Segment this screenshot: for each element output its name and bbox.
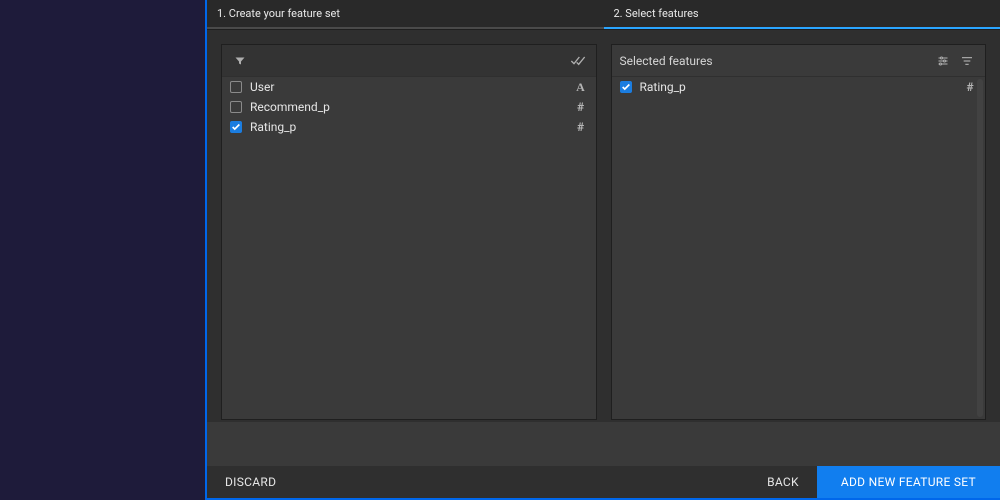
number-type-icon: # bbox=[574, 120, 588, 134]
number-type-icon: # bbox=[574, 100, 588, 114]
feature-name: User bbox=[250, 80, 566, 94]
selected-header: Selected features bbox=[612, 45, 986, 77]
select-all-icon[interactable] bbox=[568, 55, 588, 67]
add-label: ADD NEW FEATURE SET bbox=[841, 475, 976, 489]
step-1-label: 1. Create your feature set bbox=[217, 7, 340, 20]
bottom-spacer bbox=[207, 422, 1000, 466]
step-2-label: 2. Select features bbox=[614, 7, 699, 20]
text-type-icon: A bbox=[574, 80, 588, 95]
available-list: User A Recommend_p # Rating_p # bbox=[222, 77, 596, 419]
discard-label: DISCARD bbox=[225, 475, 276, 489]
list-item[interactable]: Recommend_p # bbox=[222, 97, 596, 117]
selected-features-panel: Selected features Rating_p # bbox=[611, 44, 987, 420]
checkbox[interactable] bbox=[230, 101, 242, 113]
feature-name: Recommend_p bbox=[250, 100, 566, 114]
filter-icon[interactable] bbox=[230, 55, 250, 67]
list-item[interactable]: Rating_p # bbox=[612, 77, 986, 97]
scrollbar[interactable] bbox=[977, 79, 983, 417]
add-feature-set-button[interactable]: ADD NEW FEATURE SET bbox=[817, 466, 1000, 498]
selected-list: Rating_p # bbox=[612, 77, 986, 419]
footer-bar: DISCARD BACK ADD NEW FEATURE SET bbox=[207, 466, 1000, 498]
step-tabs: 1. Create your feature set 2. Select fea… bbox=[207, 0, 1000, 30]
step-2[interactable]: 2. Select features bbox=[604, 0, 1000, 29]
back-label: BACK bbox=[767, 475, 799, 489]
list-item[interactable]: User A bbox=[222, 77, 596, 97]
feature-set-dialog: 1. Create your feature set 2. Select fea… bbox=[205, 0, 1000, 500]
sort-icon[interactable] bbox=[957, 56, 977, 66]
adjust-icon[interactable] bbox=[933, 55, 953, 67]
step-1[interactable]: 1. Create your feature set bbox=[207, 0, 604, 29]
back-button[interactable]: BACK bbox=[749, 466, 817, 498]
discard-button[interactable]: DISCARD bbox=[207, 466, 294, 498]
feature-name: Rating_p bbox=[250, 120, 566, 134]
checkbox[interactable] bbox=[230, 121, 242, 133]
content-area: User A Recommend_p # Rating_p # Selected feat… bbox=[207, 30, 1000, 422]
checkbox[interactable] bbox=[620, 81, 632, 93]
available-features-panel: User A Recommend_p # Rating_p # bbox=[221, 44, 597, 420]
selected-title: Selected features bbox=[620, 54, 934, 68]
filter-header bbox=[222, 45, 596, 77]
checkbox[interactable] bbox=[230, 81, 242, 93]
list-item[interactable]: Rating_p # bbox=[222, 117, 596, 137]
feature-name: Rating_p bbox=[640, 80, 956, 94]
number-type-icon: # bbox=[963, 80, 977, 94]
